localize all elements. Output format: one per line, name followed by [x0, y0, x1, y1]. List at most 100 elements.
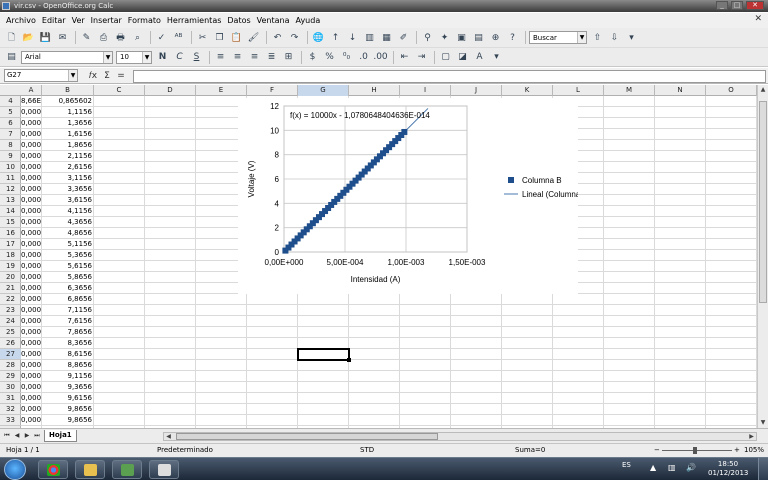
cell-a33[interactable]: 0,00098656: [21, 415, 42, 426]
cell-b15[interactable]: 4,3656: [42, 217, 94, 228]
maximize-button[interactable]: □: [731, 1, 743, 10]
zoom-out-icon[interactable]: −: [654, 444, 660, 457]
cell-b20[interactable]: 5,8656: [42, 272, 94, 283]
background-color-icon[interactable]: ◪: [455, 50, 470, 64]
sum-icon[interactable]: Σ: [100, 71, 114, 81]
column-header-b[interactable]: B: [42, 85, 94, 96]
find-previous-icon[interactable]: ⇧: [590, 31, 605, 45]
cell-b11[interactable]: 3,1156: [42, 173, 94, 184]
cell-a10[interactable]: 0,00026156: [21, 162, 42, 173]
cell-a32[interactable]: 0,00098656: [21, 404, 42, 415]
justify-icon[interactable]: ≣: [264, 50, 279, 64]
zoom-in-icon[interactable]: +: [734, 444, 740, 457]
row-header-31[interactable]: 31: [0, 393, 21, 404]
column-header-m[interactable]: M: [604, 85, 655, 96]
cell-b24[interactable]: 7,6156: [42, 316, 94, 327]
cell-a21[interactable]: 0,00063656: [21, 283, 42, 294]
column-header-l[interactable]: L: [553, 85, 604, 96]
status-sum[interactable]: Suma=0: [515, 444, 545, 457]
cell-a24[interactable]: 0,00076156: [21, 316, 42, 327]
merge-cells-icon[interactable]: ⊞: [281, 50, 296, 64]
cell-b29[interactable]: 9,1156: [42, 371, 94, 382]
cell-a29[interactable]: 0,00091156: [21, 371, 42, 382]
print-icon[interactable]: 🖶: [113, 31, 128, 45]
align-left-icon[interactable]: ≡: [213, 50, 228, 64]
column-header-f[interactable]: F: [247, 85, 298, 96]
cell-a28[interactable]: 0,00088656: [21, 360, 42, 371]
chevron-down-icon[interactable]: ▼: [68, 70, 77, 81]
row-header-16[interactable]: 16: [0, 228, 21, 239]
gallery-icon[interactable]: ▣: [454, 31, 469, 45]
column-header-h[interactable]: H: [349, 85, 400, 96]
row-header-30[interactable]: 30: [0, 382, 21, 393]
cell-b25[interactable]: 7,8656: [42, 327, 94, 338]
row-header-21[interactable]: 21: [0, 283, 21, 294]
cell-b6[interactable]: 1,3656: [42, 118, 94, 129]
row-header-26[interactable]: 26: [0, 338, 21, 349]
pivot-table-icon[interactable]: ▦: [379, 31, 394, 45]
scroll-up-icon[interactable]: ▲: [758, 85, 768, 95]
undo-icon[interactable]: ↶: [270, 31, 285, 45]
function-icon[interactable]: =: [114, 71, 128, 81]
column-header-i[interactable]: I: [400, 85, 451, 96]
volume-icon[interactable]: 🔊: [686, 463, 696, 472]
status-zoom[interactable]: 105%: [744, 444, 764, 457]
sort-ascending-icon[interactable]: ↑: [328, 31, 343, 45]
formula-input[interactable]: [133, 70, 766, 83]
cell-a26[interactable]: 0,00083656: [21, 338, 42, 349]
row-header-5[interactable]: 5: [0, 107, 21, 118]
cell-a7[interactable]: 0,00016156: [21, 129, 42, 140]
cell-b32[interactable]: 9,8656: [42, 404, 94, 415]
previous-sheet-icon[interactable]: ◀: [13, 431, 21, 441]
cell-b4[interactable]: 0,865602: [42, 96, 94, 107]
row-header-33[interactable]: 33: [0, 415, 21, 426]
cell-a12[interactable]: 0,00033656: [21, 184, 42, 195]
cell-b22[interactable]: 6,8656: [42, 294, 94, 305]
new-document-icon[interactable]: 🗋: [4, 31, 19, 45]
menu-editar[interactable]: Editar: [39, 16, 69, 25]
menu-ver[interactable]: Ver: [69, 16, 88, 25]
row-header-14[interactable]: 14: [0, 206, 21, 217]
column-header-c[interactable]: C: [94, 85, 145, 96]
row-header-6[interactable]: 6: [0, 118, 21, 129]
cell-a15[interactable]: 0,00043656: [21, 217, 42, 228]
row-header-22[interactable]: 22: [0, 294, 21, 305]
italic-icon[interactable]: C: [172, 50, 187, 64]
taskbar-chrome[interactable]: [38, 460, 68, 479]
chart-icon[interactable]: ▥: [362, 31, 377, 45]
status-style[interactable]: Predeterminado: [157, 444, 213, 457]
search-input[interactable]: Buscar ▼: [529, 31, 587, 44]
row-header-23[interactable]: 23: [0, 305, 21, 316]
cell-a19[interactable]: 0,00056156: [21, 261, 42, 272]
cell-b18[interactable]: 5,3656: [42, 250, 94, 261]
spellcheck-icon[interactable]: ✓: [154, 31, 169, 45]
cell-b17[interactable]: 5,1156: [42, 239, 94, 250]
cell-a23[interactable]: 0,00071156: [21, 305, 42, 316]
row-header-17[interactable]: 17: [0, 239, 21, 250]
column-header-k[interactable]: K: [502, 85, 553, 96]
row-header-20[interactable]: 20: [0, 272, 21, 283]
find-replace-icon[interactable]: ⚲: [420, 31, 435, 45]
clock[interactable]: 18:50 01/12/2013: [708, 460, 748, 478]
menu-insertar[interactable]: Insertar: [88, 16, 125, 25]
menu-ventana[interactable]: Ventana: [254, 16, 293, 25]
edit-file-icon[interactable]: ✎: [79, 31, 94, 45]
cell-a27[interactable]: 0,00086156: [21, 349, 42, 360]
start-button[interactable]: [4, 459, 26, 480]
row-header-4[interactable]: 4: [0, 96, 21, 107]
row-header-10[interactable]: 10: [0, 162, 21, 173]
cell-b31[interactable]: 9,6156: [42, 393, 94, 404]
cell-b28[interactable]: 8,8656: [42, 360, 94, 371]
data-sources-icon[interactable]: ▤: [471, 31, 486, 45]
cell-a16[interactable]: 0,00048656: [21, 228, 42, 239]
cell-a13[interactable]: 0,00036156: [21, 195, 42, 206]
status-mode[interactable]: STD: [360, 444, 374, 457]
column-header-j[interactable]: J: [451, 85, 502, 96]
help-icon[interactable]: ?: [505, 31, 520, 45]
page-preview-icon[interactable]: ⌕: [130, 31, 145, 45]
taskbar-window[interactable]: [149, 460, 179, 479]
cell-a4[interactable]: 8,66E-005: [21, 96, 42, 107]
column-header-d[interactable]: D: [145, 85, 196, 96]
cell-b12[interactable]: 3,3656: [42, 184, 94, 195]
cell-b27[interactable]: 8,6156: [42, 349, 94, 360]
